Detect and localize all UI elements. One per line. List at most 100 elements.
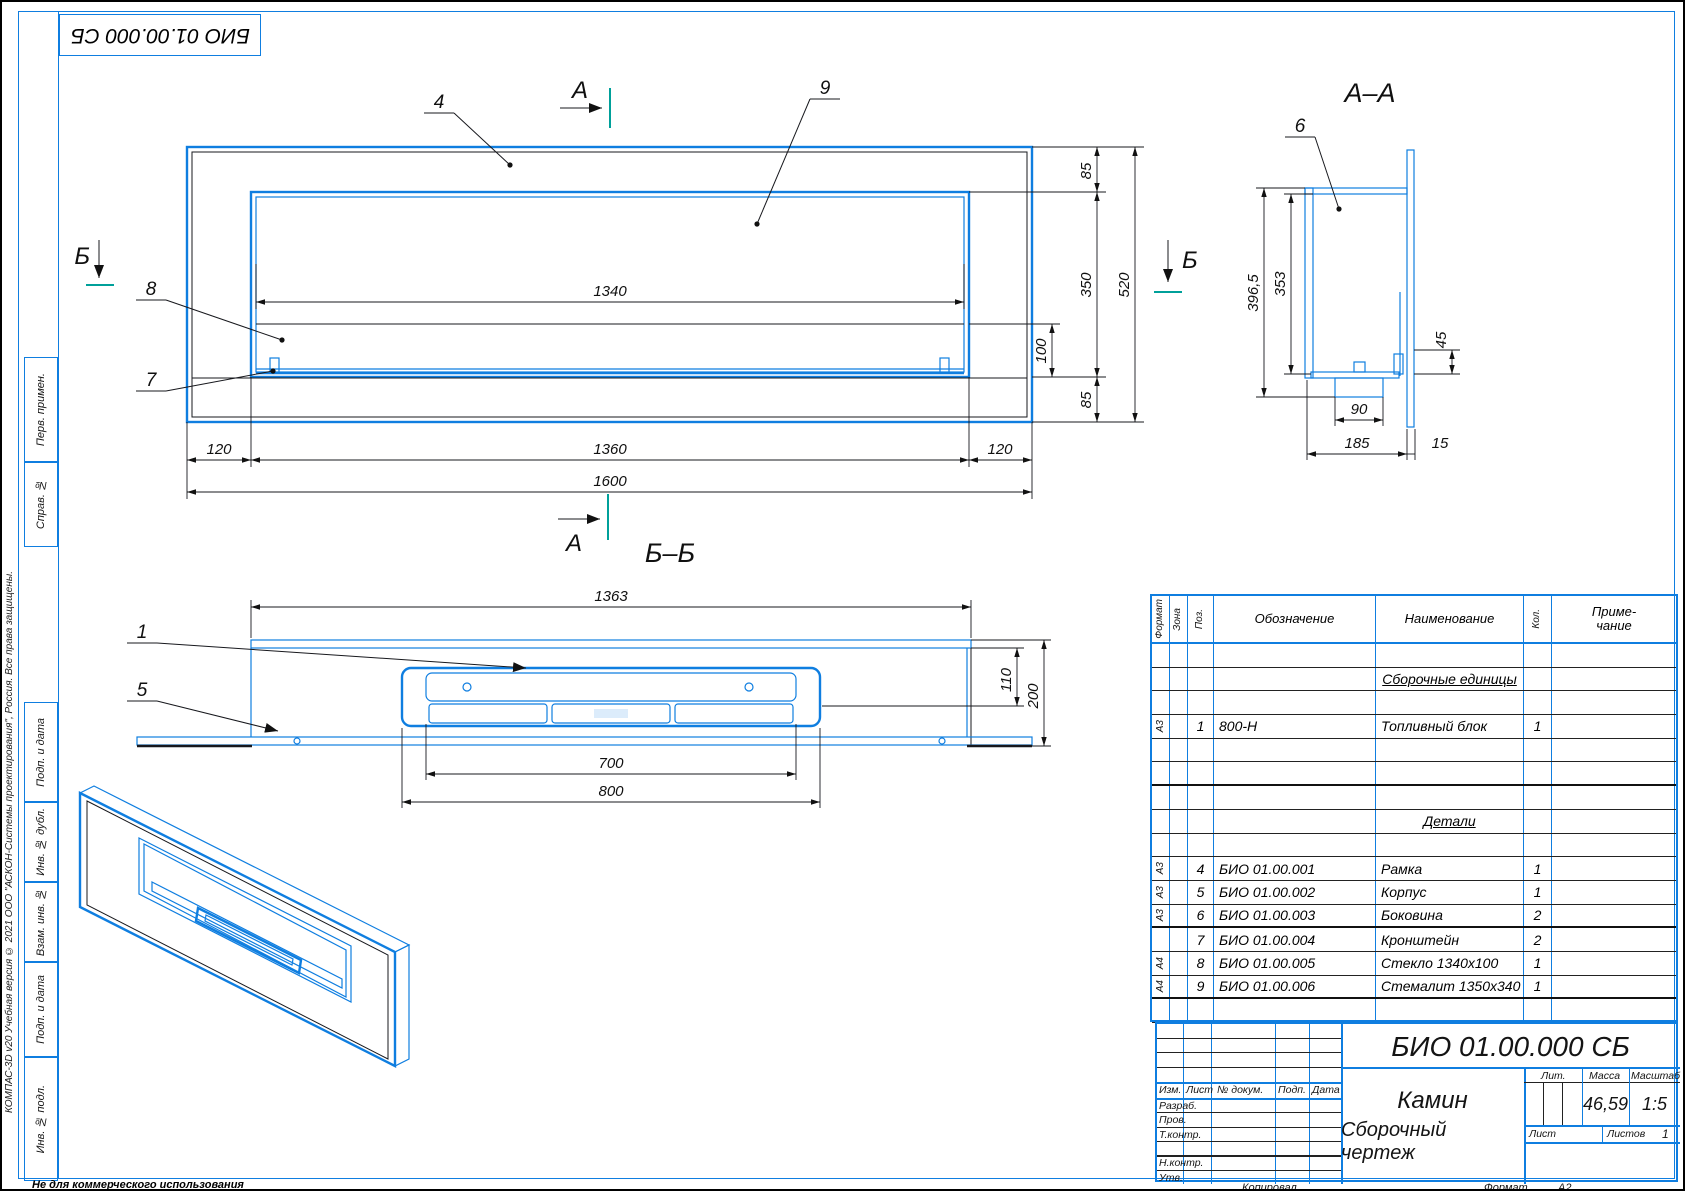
bom-group-row: Детали xyxy=(1152,810,1676,834)
dim-45: 45 xyxy=(1433,331,1450,348)
section-letter-b-left: Б xyxy=(74,243,90,270)
bb-mount-plate xyxy=(137,737,1032,745)
iso-front-face xyxy=(80,793,395,1066)
tb-data: Дата xyxy=(1312,1084,1340,1096)
aa-burner-housing xyxy=(1335,378,1383,397)
bb-fuel-block-plate xyxy=(426,673,796,701)
bom-table: Формат Зона Поз. Обозначение Наименовани… xyxy=(1150,594,1678,1022)
format-label: Формат xyxy=(1484,1182,1528,1191)
section-bb-title: Б–Б xyxy=(645,538,695,568)
tb-izm: Изм. xyxy=(1159,1084,1181,1096)
iso-side-face xyxy=(395,945,409,1066)
dim-15: 15 xyxy=(1432,435,1449,452)
dim-1363: 1363 xyxy=(594,588,628,605)
dim-120-right: 120 xyxy=(987,441,1013,458)
bom-empty-row xyxy=(1152,999,1676,1023)
tb-massa: Масса xyxy=(1589,1070,1620,1082)
tb-doc-name: Камин Сборочный чертеж xyxy=(1341,1070,1524,1182)
callout-7: 7 xyxy=(146,370,158,391)
tb-designation: БИО 01.00.000 СБ xyxy=(1341,1028,1680,1066)
section-bb-view: Б–Б 1 5 1363 700 xyxy=(127,538,1051,808)
bom-header-note: Приме-чание xyxy=(1552,596,1676,642)
bom-header-qty: Кол. xyxy=(1532,609,1543,629)
dim-200: 200 xyxy=(1025,683,1042,710)
tb-name-line2: Сборочный чертеж xyxy=(1341,1119,1524,1165)
tb-podp: Подп. xyxy=(1278,1084,1306,1096)
bom-empty-row xyxy=(1152,644,1676,668)
format-value: А2 xyxy=(1558,1182,1571,1191)
iso-front-inner xyxy=(87,801,388,1059)
aa-back-panel xyxy=(1407,150,1414,427)
bom-header-pos: Поз. xyxy=(1195,609,1206,629)
bom-header-name: Наименование xyxy=(1376,596,1524,642)
bom-header: Формат Зона Поз. Обозначение Наименовани… xyxy=(1152,596,1676,644)
bom-group-row: Сборочные единицы xyxy=(1152,668,1676,692)
bom-empty-row xyxy=(1152,691,1676,715)
bb-burner-segment xyxy=(429,704,547,723)
isometric-view xyxy=(80,786,409,1066)
dim-110: 110 xyxy=(998,667,1015,692)
dim-1600: 1600 xyxy=(593,473,627,490)
tb-nkontr: Н.контр. xyxy=(1159,1157,1203,1169)
section-aa-title: А–А xyxy=(1342,78,1395,108)
callout-6: 6 xyxy=(1295,116,1306,137)
bom-empty-row xyxy=(1152,834,1676,858)
dim-90: 90 xyxy=(1351,401,1368,418)
aa-top-wall xyxy=(1305,188,1407,194)
bom-empty-row xyxy=(1152,786,1676,810)
front-dimensions: 1340 85 350 100 85 520 120 1360 120 xyxy=(187,147,1144,499)
dim-100: 100 xyxy=(1033,338,1050,364)
tb-razrab: Разраб. xyxy=(1159,1100,1197,1112)
tb-listov: Листов xyxy=(1607,1128,1645,1140)
aa-left-wall xyxy=(1305,188,1313,378)
aa-bracket xyxy=(1394,354,1403,374)
dim-185: 185 xyxy=(1344,435,1370,452)
tb-name-line1: Камин xyxy=(1397,1087,1468,1115)
section-marks: А А Б Б xyxy=(74,77,1197,557)
title-block: Изм. Лист № докум. Подп. Дата Разраб. Пр… xyxy=(1155,1022,1678,1182)
tb-masshtab: Масштаб xyxy=(1631,1070,1680,1082)
tb-list: Лист xyxy=(1186,1084,1213,1096)
tb-tkontr: Т.контр. xyxy=(1159,1129,1201,1141)
callout-9: 9 xyxy=(820,78,831,99)
tb-lit: Лит. xyxy=(1541,1070,1566,1082)
bracket-right xyxy=(940,358,949,373)
callout-4: 4 xyxy=(434,92,445,113)
tb-utv: Утв. xyxy=(1159,1172,1183,1184)
bom-header-designation: Обозначение xyxy=(1214,596,1376,642)
bom-empty-row xyxy=(1152,739,1676,763)
dim-520: 520 xyxy=(1116,272,1133,298)
bom-item-row: А49БИО 01.00.006Стемалит 1350x3401 xyxy=(1152,976,1676,1000)
bom-item-row: А34БИО 01.00.001Рамка1 xyxy=(1152,857,1676,881)
section-letter-a-top: А xyxy=(570,77,588,104)
bb-stemalit-strip xyxy=(251,640,971,648)
tb-doc: № докум. xyxy=(1217,1084,1263,1096)
dim-1340: 1340 xyxy=(593,283,627,300)
callout-8: 8 xyxy=(146,279,157,300)
dim-700: 700 xyxy=(598,755,624,772)
aa-tray xyxy=(1311,372,1399,378)
tb-massa-value: 46,59 xyxy=(1582,1094,1629,1115)
bom-item-row: 7БИО 01.00.004Кронштейн2 xyxy=(1152,928,1676,952)
tb-listov-value: 1 xyxy=(1662,1127,1669,1141)
drawing-sheet: БИО 01.00.000 СБ Перв. примен. Справ. № … xyxy=(0,0,1685,1191)
dim-85-top: 85 xyxy=(1078,162,1095,179)
bom-header-format: Формат xyxy=(1155,599,1166,639)
bom-item-row: А48БИО 01.00.005Стекло 1340x1001 xyxy=(1152,952,1676,976)
dim-1360: 1360 xyxy=(593,441,627,458)
front-callouts: 4 9 8 7 xyxy=(136,78,840,391)
tb-list2: Лист xyxy=(1529,1128,1556,1140)
callout-5: 5 xyxy=(137,680,148,701)
copied-label: Копировал xyxy=(1242,1182,1297,1191)
dim-396-5: 396,5 xyxy=(1245,274,1262,312)
bom-item-row: А31800-НТопливный блок1 xyxy=(1152,715,1676,739)
aa-burner-stub xyxy=(1354,362,1365,372)
section-letter-b-right: Б xyxy=(1182,247,1198,274)
bb-burner-logo xyxy=(594,709,628,718)
dim-800: 800 xyxy=(598,783,624,800)
tb-scale-value: 1:5 xyxy=(1629,1094,1680,1115)
dim-353: 353 xyxy=(1272,271,1289,297)
dim-350: 350 xyxy=(1078,272,1095,298)
bom-header-zone: Зона xyxy=(1173,608,1184,631)
bom-empty-row xyxy=(1152,762,1676,786)
